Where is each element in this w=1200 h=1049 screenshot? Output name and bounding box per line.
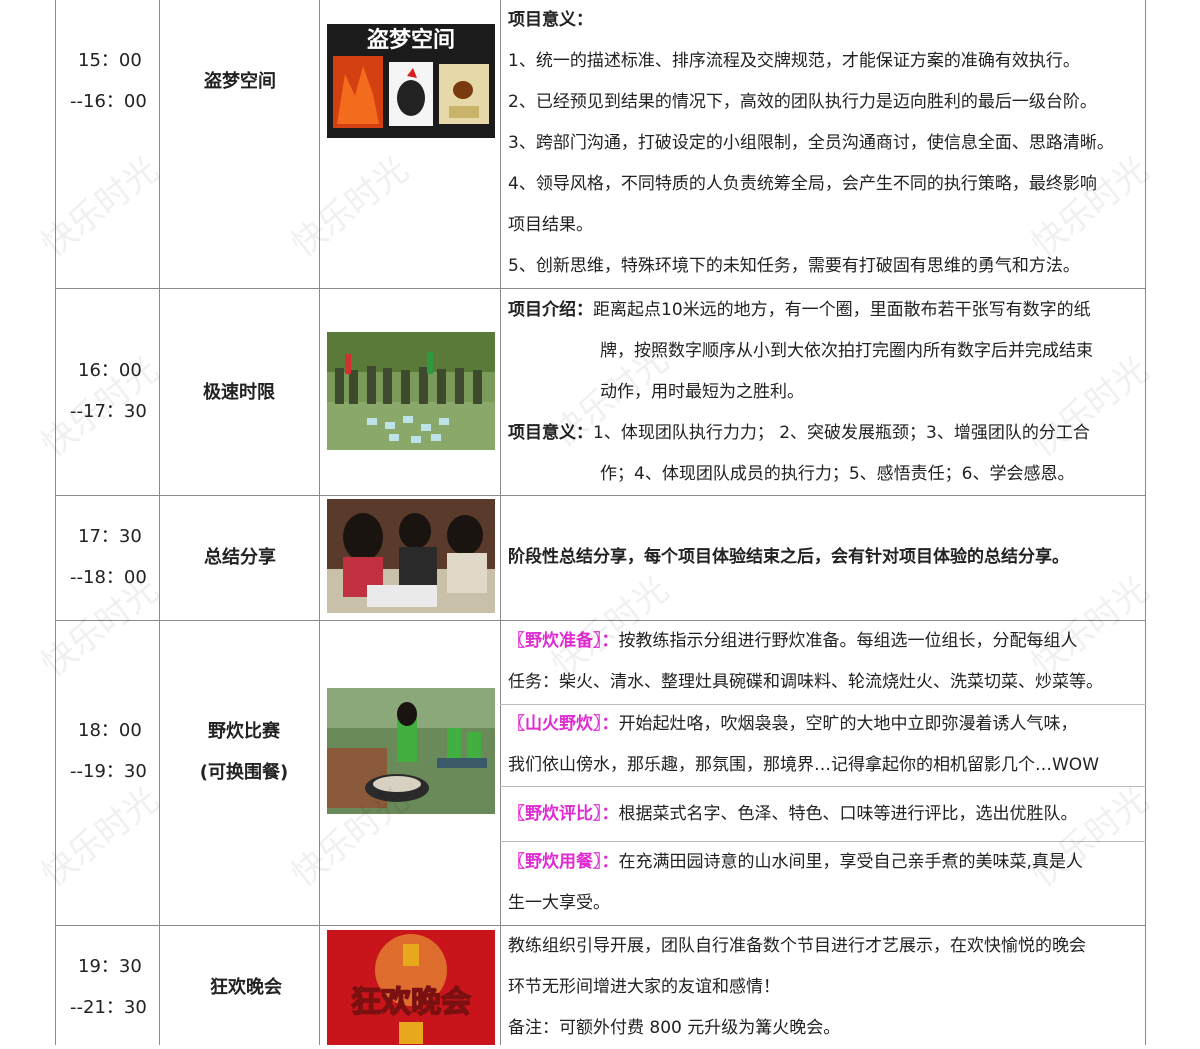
time-end: --21：30 — [70, 997, 147, 1018]
activity-name: 野炊比赛 (可换围餐) — [160, 711, 328, 793]
description-line: 项目结果。 — [508, 215, 593, 235]
column-divider — [319, 0, 320, 1045]
schedule-table: 15：00 --16：00 盗梦空间 盗梦空间 项目意义： 1、统一的描述标准、… — [0, 0, 1200, 1045]
description-line: 教练组织引导开展，团队自行准备数个节目进行才艺展示，在欢快愉悦的晚会 — [508, 936, 1086, 956]
activity-name: 盗梦空间 — [204, 71, 276, 92]
activity-name: 狂欢晚会 — [210, 977, 282, 998]
description-line: 3、跨部门沟通，打破设定的小组限制，全员沟通商讨，使信息全面、思路清晰。 — [508, 133, 1114, 153]
activity-description: 项目意义： 1、统一的描述标准、排序流程及交牌规范，才能保证方案的准确有效执行。… — [508, 0, 1148, 287]
activity-photo-inception: 盗梦空间 — [327, 24, 495, 138]
activity-name-sub: (可换围餐) — [199, 762, 289, 783]
activity-photo-summary — [327, 499, 495, 613]
activity-description: 〖野炊评比〗：根据菜式名字、色泽、特色、口味等进行评比，选出优胜队。 — [508, 794, 1148, 835]
description-line: 距离起点10米远的地方，有一个圈，里面散布若干张写有数字的纸 — [593, 300, 1091, 320]
section-tag: 〖野炊准备〗： — [508, 631, 619, 651]
column-divider — [500, 0, 501, 1045]
sub-row-divider — [500, 786, 1146, 787]
time-slot: 17：30 --18：00 — [56, 516, 158, 598]
time-slot: 19：30 --21：30 — [56, 946, 158, 1028]
activity-description: 〖野炊准备〗：按教练指示分组进行野炊准备。每组选一位组长，分配每组人 任务：柴火… — [508, 621, 1148, 703]
activity-description: 项目介绍：距离起点10米远的地方，有一个圈，里面散布若干张写有数字的纸 牌，按照… — [508, 290, 1148, 495]
activity-photo-cookout — [327, 688, 495, 814]
activity-description: 教练组织引导开展，团队自行准备数个节目进行才艺展示，在欢快愉悦的晚会 环节无形间… — [508, 926, 1148, 1049]
description-line: 备注：可额外付费 800 元升级为篝火晚会。 — [508, 1018, 841, 1038]
description-line: 4、领导风格，不同特质的人负责统筹全局，会产生不同的执行策略，最终影响 — [508, 174, 1097, 194]
activity-photo-speed-challenge — [327, 332, 495, 450]
time-start: 18：00 — [78, 720, 142, 741]
activity-name-main: 野炊比赛 — [208, 721, 280, 742]
time-end: --19：30 — [70, 761, 147, 782]
description-line: 我们依山傍水，那乐趣，那氛围，那境界…记得拿起你的相机留影几个…WOW — [508, 755, 1099, 775]
description-line: 牌，按照数字顺序从小到大依次拍打完圈内所有数字后并完成结束 — [600, 341, 1093, 361]
time-start: 15：00 — [78, 50, 142, 71]
description-line: 生一大享受。 — [508, 893, 610, 913]
time-end: --18：00 — [70, 567, 147, 588]
time-end: --16：00 — [70, 91, 147, 112]
description-line: 任务：柴火、清水、整理灶具碗碟和调味料、轮流烧灶火、洗菜切菜、炒菜等。 — [508, 672, 1103, 692]
time-slot: 18：00 --19：30 — [56, 710, 158, 792]
photo-caption: 狂欢晚会 — [351, 985, 471, 1020]
time-start: 17：30 — [78, 526, 142, 547]
time-slot: 15：00 --16：00 — [56, 40, 158, 122]
activity-name: 极速时限 — [203, 382, 275, 403]
description-line: 在充满田园诗意的山水间里，享受自己亲手煮的美味菜,真是人 — [618, 852, 1083, 872]
description-line: 环节无形间增进大家的友谊和感情！ — [508, 977, 780, 997]
description-line: 阶段性总结分享，每个项目体验结束之后，会有针对项目体验的总结分享。 — [508, 547, 1069, 567]
time-start: 16：00 — [78, 360, 142, 381]
activity-photo-party: 狂欢晚会 — [327, 930, 495, 1045]
time-start: 19：30 — [78, 956, 142, 977]
time-slot: 16：00 --17：30 — [56, 350, 158, 432]
time-end: --17：30 — [70, 401, 147, 422]
description-line: 1、体现团队执行力力； 2、突破发展瓶颈；3、增强团队的分工合 — [593, 423, 1090, 443]
description-line: 1、统一的描述标准、排序流程及交牌规范，才能保证方案的准确有效执行。 — [508, 51, 1080, 71]
column-divider — [159, 0, 160, 1045]
description-line: 按教练指示分组进行野炊准备。每组选一位组长，分配每组人 — [618, 631, 1078, 651]
row-divider — [55, 495, 1146, 496]
description-title: 项目意义： — [508, 10, 593, 30]
photo-caption: 盗梦空间 — [367, 27, 455, 53]
activity-description: 〖野炊用餐〗：在充满田园诗意的山水间里，享受自己亲手煮的美味菜,真是人 生一大享… — [508, 842, 1148, 924]
activity-description: 〖山火野炊〗：开始起灶咯，吹烟袅袅，空旷的大地中立即弥漫着诱人气味， 我们依山傍… — [508, 704, 1148, 786]
section-tag: 〖野炊评比〗： — [508, 804, 619, 824]
activity-description: 阶段性总结分享，每个项目体验结束之后，会有针对项目体验的总结分享。 — [508, 537, 1148, 578]
description-line: 根据菜式名字、色泽、特色、口味等进行评比，选出优胜队。 — [618, 804, 1078, 824]
section-tag: 〖山火野炊〗： — [508, 714, 619, 734]
section-tag: 〖野炊用餐〗： — [508, 852, 619, 872]
description-line: 动作，用时最短为之胜利。 — [600, 382, 804, 402]
intro-label: 项目介绍： — [508, 300, 593, 320]
row-divider — [55, 288, 1146, 289]
description-line: 作；4、体现团队成员的执行力；5、感悟责任；6、学会感恩。 — [600, 464, 1075, 484]
description-line: 5、创新思维，特殊环境下的未知任务，需要有打破固有思维的勇气和方法。 — [508, 256, 1080, 276]
meaning-label: 项目意义： — [508, 423, 593, 443]
description-line: 开始起灶咯，吹烟袅袅，空旷的大地中立即弥漫着诱人气味， — [618, 714, 1078, 734]
activity-name: 总结分享 — [204, 547, 276, 568]
description-line: 2、已经预见到结果的情况下，高效的团队执行力是迈向胜利的最后一级台阶。 — [508, 92, 1097, 112]
